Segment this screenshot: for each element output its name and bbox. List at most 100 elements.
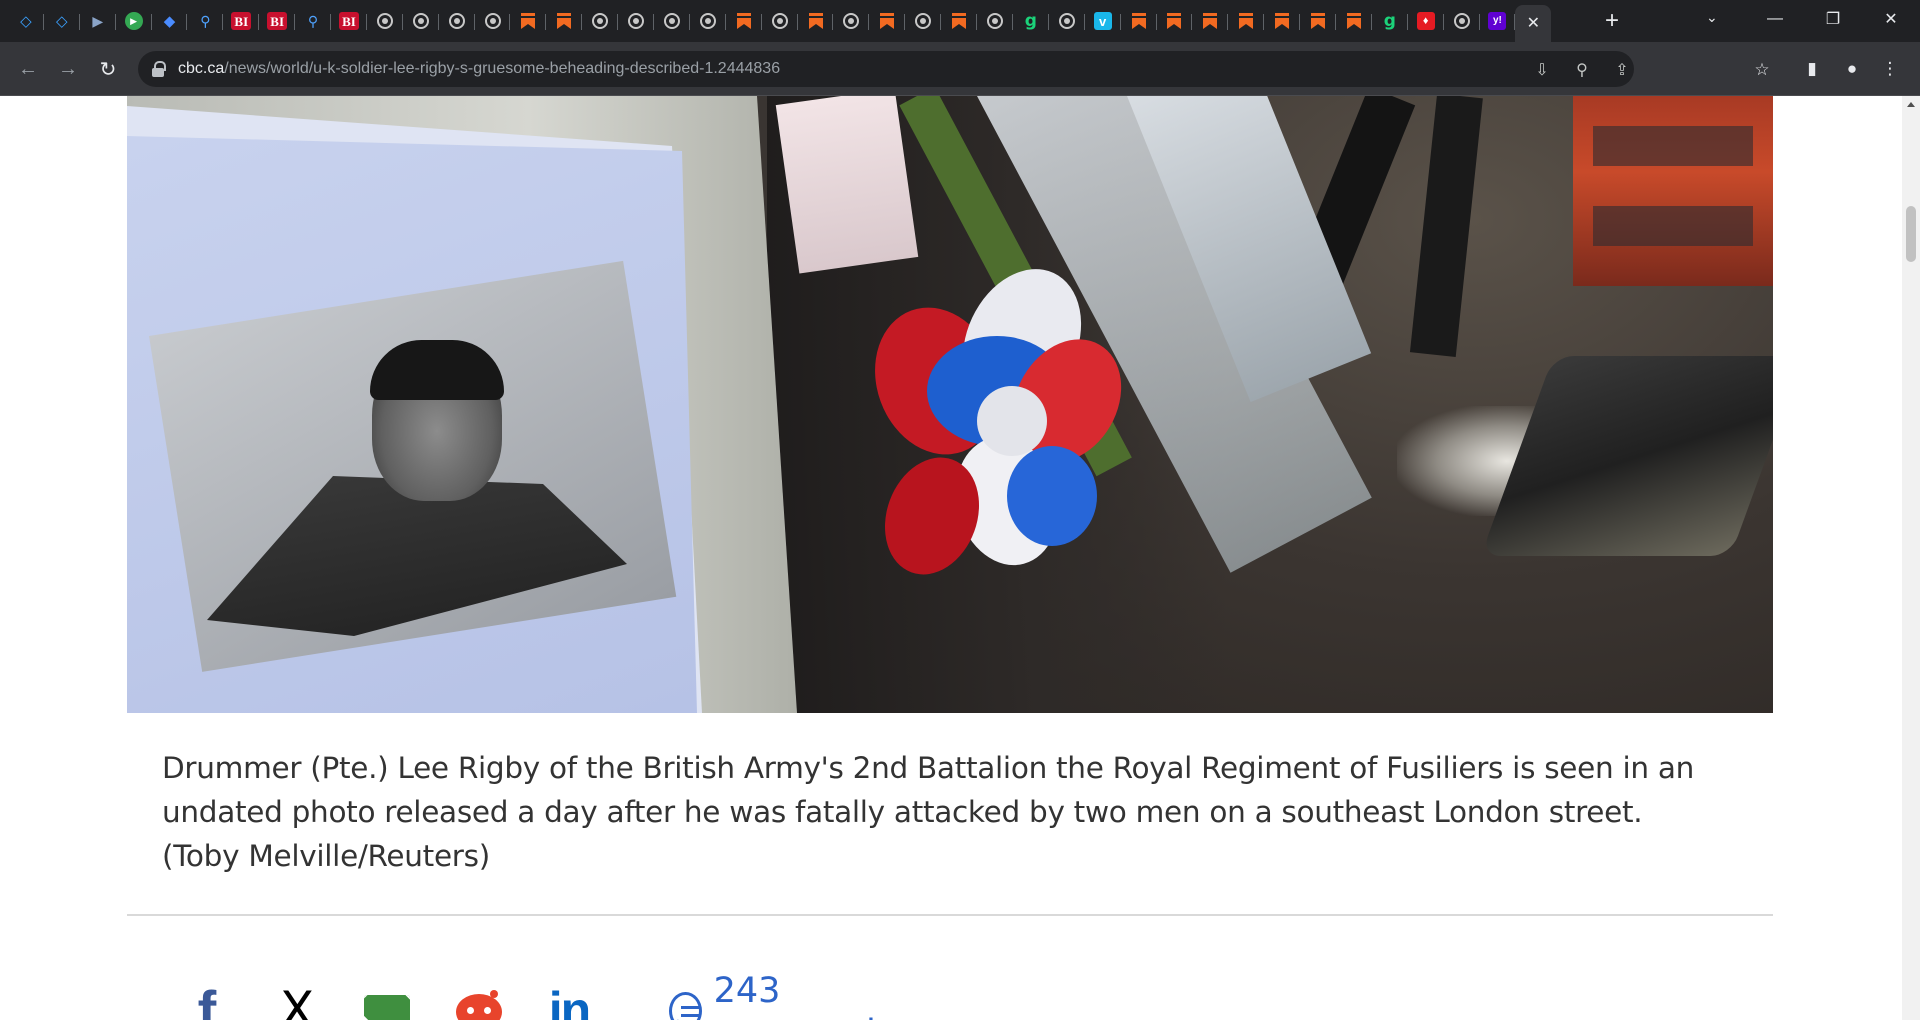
bookmark-icon — [808, 12, 824, 30]
tab[interactable] — [1121, 5, 1157, 37]
tab[interactable] — [762, 5, 798, 37]
globe-icon — [412, 13, 429, 29]
tab[interactable] — [690, 5, 726, 37]
tab[interactable] — [618, 5, 654, 37]
globe-icon — [843, 13, 860, 29]
facebook-share-button[interactable]: f — [177, 979, 237, 1020]
tab[interactable]: ▶ — [116, 5, 152, 37]
email-icon — [364, 995, 410, 1020]
close-icon[interactable]: ✕ — [1524, 15, 1542, 33]
menu-icon[interactable]: ⋮ — [1876, 55, 1904, 83]
g-icon: g — [1024, 10, 1037, 31]
tab[interactable]: BI — [331, 5, 367, 37]
reddit-icon — [456, 990, 502, 1020]
tab[interactable] — [1336, 5, 1372, 37]
share-icon[interactable]: ⇪ — [1611, 59, 1633, 81]
yahoo-icon: y! — [1488, 12, 1507, 30]
bookmark-icon — [556, 12, 572, 30]
bookmark-icon — [879, 12, 895, 30]
tab[interactable] — [439, 5, 475, 37]
tab[interactable] — [367, 5, 403, 37]
tab-list: ◇ ◇ ▶ ▶ ◆ ⚲ BI BI ⚲ BI g v g ♦ y! ✕ — [8, 5, 1552, 42]
dark-app-icon: ▶ — [92, 13, 104, 29]
zoom-icon[interactable]: ⚲ — [1571, 59, 1593, 81]
tab[interactable] — [977, 5, 1013, 37]
divider — [127, 914, 1773, 916]
tab[interactable]: g — [1372, 5, 1408, 37]
restore-button[interactable]: ❐ — [1804, 0, 1862, 38]
x-share-button[interactable]: X — [267, 980, 327, 1020]
bookmark-star-icon[interactable]: ☆ — [1748, 56, 1776, 84]
tab[interactable]: BI — [259, 5, 296, 37]
tab[interactable]: ⚲ — [295, 5, 331, 37]
scrollbar-thumb[interactable] — [1906, 206, 1916, 262]
bookmark-icon — [520, 12, 536, 30]
tab[interactable] — [869, 5, 906, 37]
scrollbar[interactable] — [1902, 96, 1920, 1020]
back-button[interactable]: ← — [14, 55, 42, 83]
install-icon[interactable]: ⇩ — [1531, 59, 1553, 81]
tab[interactable]: ⚲ — [187, 5, 224, 37]
bookmark-icon — [1274, 12, 1290, 30]
tab-active[interactable]: ✕ — [1515, 5, 1552, 42]
bookmark-icon — [1131, 12, 1147, 30]
globe-icon — [592, 13, 609, 29]
tab[interactable]: ◆ — [152, 5, 188, 37]
tab[interactable] — [1192, 5, 1229, 37]
business-insider-icon: BI — [338, 12, 359, 30]
tab[interactable]: ◇ — [44, 5, 80, 37]
minimize-button[interactable]: — — [1746, 0, 1804, 38]
globe-icon — [986, 13, 1003, 29]
tab[interactable] — [403, 5, 439, 37]
url-text[interactable]: cbc.ca/news/world/u-k-soldier-lee-rigby-… — [178, 60, 780, 78]
tab[interactable]: g — [1013, 5, 1049, 37]
email-share-button[interactable] — [357, 982, 417, 1020]
business-insider-icon: BI — [231, 12, 252, 30]
forward-button[interactable]: → — [54, 55, 82, 83]
tab-search-button[interactable]: ⌄ — [1706, 9, 1718, 26]
profile-icon[interactable]: ● — [1838, 55, 1866, 83]
play-icon: ▶ — [124, 12, 143, 30]
comments-link[interactable]: 243 comments — [669, 971, 908, 1020]
tab[interactable] — [1228, 5, 1265, 37]
tab[interactable]: v — [1085, 5, 1121, 37]
tab[interactable] — [1264, 5, 1300, 37]
reddit-share-button[interactable] — [449, 982, 509, 1020]
address-bar[interactable]: cbc.ca/news/world/u-k-soldier-lee-rigby-… — [138, 51, 1634, 87]
bookmark-icon — [736, 12, 752, 30]
tab[interactable]: ▶ — [80, 5, 116, 37]
tab[interactable] — [1444, 5, 1480, 37]
tab[interactable]: ♦ — [1408, 5, 1444, 37]
tab[interactable] — [941, 5, 977, 37]
globe-icon — [628, 13, 645, 29]
tab[interactable] — [1157, 5, 1193, 37]
new-tab-button[interactable]: + — [1598, 7, 1626, 35]
bookmark-icon — [1310, 12, 1326, 30]
tab[interactable]: ◇ — [8, 5, 44, 37]
side-panel-icon[interactable]: ▮ — [1798, 55, 1826, 83]
tab[interactable] — [833, 5, 870, 37]
bookmark-icon — [1166, 12, 1182, 30]
tab[interactable]: BI — [223, 5, 260, 37]
url-path: /news/world/u-k-soldier-lee-rigby-s-grue… — [224, 60, 781, 77]
tab[interactable] — [798, 5, 834, 37]
tab[interactable] — [726, 5, 762, 37]
reload-button[interactable]: ↻ — [94, 55, 122, 83]
tab[interactable] — [1300, 5, 1336, 37]
lock-icon[interactable] — [152, 61, 166, 77]
globe-icon — [1058, 13, 1075, 29]
tab[interactable] — [1049, 5, 1085, 37]
tab[interactable] — [510, 5, 547, 37]
close-window-button[interactable]: ✕ — [1862, 0, 1920, 38]
tab[interactable] — [582, 5, 619, 37]
tab[interactable] — [546, 5, 583, 37]
tab[interactable] — [654, 5, 690, 37]
tab[interactable] — [475, 5, 511, 37]
tab[interactable]: y! — [1480, 5, 1516, 37]
g-icon: g — [1383, 10, 1396, 31]
comments-count: 243 comments — [713, 971, 899, 1020]
globe-icon — [699, 13, 716, 29]
scroll-up-arrow-icon[interactable] — [1907, 102, 1915, 107]
tab[interactable] — [905, 5, 942, 37]
linkedin-share-button[interactable]: in — [539, 980, 599, 1020]
